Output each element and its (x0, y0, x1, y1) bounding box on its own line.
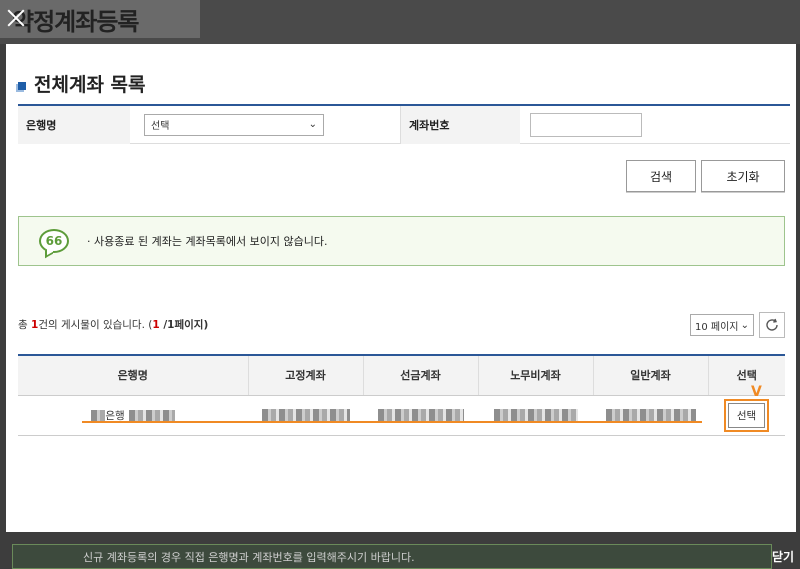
header-bank: 은행명 (18, 355, 248, 396)
redacted-text (91, 409, 106, 422)
title-bullet-icon (18, 81, 26, 90)
search-button[interactable]: 검색 (626, 160, 696, 192)
highlight-underline (82, 421, 702, 423)
table-header-row: 은행명 고정계좌 선금계좌 노무비계좌 일반계좌 선택 (18, 355, 785, 396)
highlight-box: 선택 (723, 398, 770, 432)
table-row: 은행 선택 (18, 395, 785, 436)
header-advance-account: 선금계좌 (362, 355, 478, 396)
bank-name-label: 은행명 (18, 105, 130, 144)
cell-advance-account (363, 395, 478, 436)
account-list-modal: 전체계좌 목록 은행명 선택 ⌄ 계좌번호 검색 초기화 66 · 사용종료 된… (6, 44, 796, 532)
bank-select-value: 선택 (151, 121, 170, 132)
bank-name-text: 은행 (105, 409, 125, 422)
refresh-icon (766, 318, 778, 331)
account-table: 은행명 고정계좌 선금계좌 노무비계좌 일반계좌 선택 은행 선택 (18, 354, 785, 436)
chevron-down-icon: ⌄ (740, 319, 749, 331)
background-bottom-notice: 신규 계좌등록의 경우 직접 은행명과 계좌번호를 입력해주시기 바랍니다. (12, 544, 772, 569)
redacted-text (493, 409, 578, 421)
background-page-title: 약정계좌등록 (12, 8, 139, 36)
section-title: 전체계좌 목록 (18, 70, 146, 97)
page-current: 1 (152, 319, 160, 331)
bank-select-cell: 선택 ⌄ (130, 106, 400, 144)
notice-box: 66 · 사용종료 된 계좌는 계좌목록에서 보이지 않습니다. (18, 216, 785, 266)
list-count: 총 1건의 게시물이 있습니다. (1 /1페이지) (18, 317, 208, 332)
redacted-text (377, 409, 464, 421)
header-select: 선택 (707, 355, 785, 396)
bank-select[interactable]: 선택 ⌄ (144, 113, 324, 136)
row-select-button[interactable]: 선택 (727, 402, 766, 428)
redacted-text (605, 409, 696, 421)
account-number-input[interactable] (530, 112, 642, 137)
quote-icon: 66 (39, 229, 69, 253)
page-total: /1페이지) (159, 319, 209, 331)
per-page-select[interactable]: 10 페이지 ⌄ (690, 314, 754, 336)
cell-select: 선택 (708, 395, 785, 436)
section-title-text: 전체계좌 목록 (34, 74, 146, 96)
header-fixed-account: 고정계좌 (247, 355, 363, 396)
cell-bank: 은행 (18, 395, 248, 436)
count-prefix: 총 (18, 319, 31, 331)
count-middle: 건의 게시물이 있습니다. ( (38, 319, 153, 331)
cell-fixed-account (248, 395, 363, 436)
account-input-cell (520, 106, 790, 144)
per-page-value: 10 페이지 (695, 321, 739, 333)
redacted-text (128, 409, 175, 422)
search-form: 은행명 선택 ⌄ 계좌번호 (18, 105, 790, 144)
notice-text: · 사용종료 된 계좌는 계좌목록에서 보이지 않습니다. (87, 235, 328, 248)
reset-button[interactable]: 초기화 (701, 160, 785, 192)
redacted-text (261, 409, 350, 421)
header-general-account: 일반계좌 (592, 355, 708, 396)
account-number-label: 계좌번호 (400, 105, 520, 144)
cell-labor-account (478, 395, 593, 436)
header-labor-account: 노무비계좌 (477, 355, 593, 396)
chevron-down-icon: ⌄ (308, 119, 317, 130)
annotation-check-mark: V (751, 384, 762, 400)
close-icon[interactable] (4, 6, 28, 30)
refresh-button[interactable] (759, 312, 785, 338)
cell-general-account (593, 395, 708, 436)
background-close-button[interactable]: 닫기 (772, 548, 794, 565)
